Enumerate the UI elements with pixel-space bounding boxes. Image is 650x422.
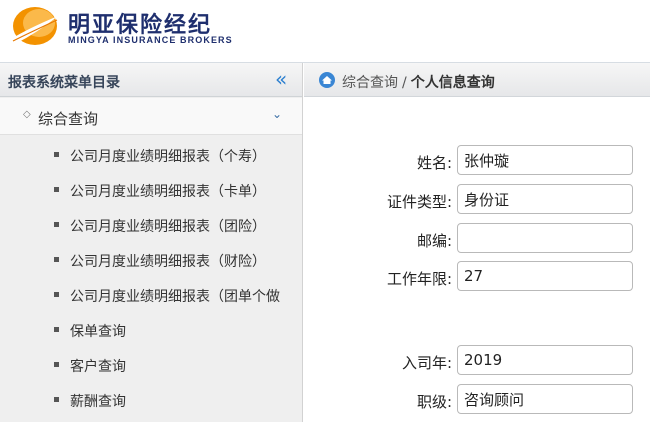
id-type-field[interactable]: [457, 184, 633, 214]
sidebar-item-label: 公司月度业绩明细报表（卡单）: [70, 184, 266, 200]
join-year-label: 入司年:: [401, 354, 452, 372]
sidebar-item[interactable]: 客户查询: [0, 348, 302, 383]
square-bullet-icon: [54, 292, 59, 297]
breadcrumb: 综合查询 / 个人信息查询: [304, 63, 650, 97]
name-field[interactable]: [457, 145, 633, 175]
app-header: 明亚保险经纪 MINGYA INSURANCE BROKERS: [0, 0, 650, 60]
sidebar-item-label: 保单查询: [70, 324, 126, 340]
postcode-label: 邮编:: [416, 232, 452, 250]
sidebar-group-label: 综合查询: [38, 110, 99, 128]
postcode-field[interactable]: [457, 223, 633, 253]
sidebar-item[interactable]: 薪酬查询: [0, 383, 302, 418]
sidebar-item[interactable]: 公司月度业绩明细报表（卡单）: [0, 173, 302, 208]
breadcrumb-parent[interactable]: 综合查询: [342, 75, 398, 91]
sidebar-item-label: 公司月度业绩明细报表（团险）: [70, 219, 266, 235]
sun-swoosh-logo: [11, 7, 58, 45]
sidebar-item-label: 客户查询: [70, 359, 126, 375]
square-bullet-icon: [54, 397, 59, 402]
square-bullet-icon: [54, 327, 59, 332]
sidebar-item-label: 公司月度业绩明细报表（财险）: [70, 254, 266, 270]
rank-field[interactable]: [457, 384, 633, 414]
square-bullet-icon: [54, 187, 59, 192]
sidebar-item-label: 公司月度业绩明细报表（团单个做: [70, 289, 280, 305]
id-type-label: 证件类型:: [386, 193, 452, 211]
rank-label: 职级:: [416, 393, 452, 411]
sidebar-item-label: 薪酬查询: [70, 394, 126, 410]
main-content: 综合查询/个人信息查询 姓名: 证件类型: 邮编: 工作年限: 入司年: 职级:: [304, 63, 650, 422]
diamond-bullet-icon: ◇: [23, 109, 31, 120]
sidebar-group-comprehensive-query[interactable]: ◇ 综合查询 ⌄: [0, 98, 302, 135]
square-bullet-icon: [54, 222, 59, 227]
sidebar-title: 报表系统菜单目录: [8, 75, 120, 91]
double-chevron-left-icon[interactable]: «: [275, 67, 287, 91]
sidebar-item-label: 公司月度业绩明细报表（个寿）: [70, 149, 266, 165]
sidebar-item[interactable]: 公司月度业绩明细报表（个寿）: [0, 138, 302, 173]
name-label: 姓名:: [416, 154, 452, 172]
breadcrumb-current: 个人信息查询: [410, 75, 495, 91]
brand-name-en: MINGYA INSURANCE BROKERS: [68, 35, 233, 45]
sidebar-item[interactable]: 保单查询: [0, 313, 302, 348]
square-bullet-icon: [54, 152, 59, 157]
breadcrumb-separator: /: [402, 75, 407, 91]
sidebar-item[interactable]: 公司月度业绩明细报表（团险）: [0, 208, 302, 243]
join-year-field[interactable]: [457, 345, 633, 375]
work-years-field[interactable]: [457, 261, 633, 291]
chevron-down-icon[interactable]: ⌄: [272, 107, 282, 121]
square-bullet-icon: [54, 362, 59, 367]
sidebar-item[interactable]: 公司月度业绩明细报表（财险）: [0, 243, 302, 278]
sidebar-header: 报表系统菜单目录 «: [0, 63, 302, 97]
square-bullet-icon: [54, 257, 59, 262]
sidebar: 报表系统菜单目录 « ◇ 综合查询 ⌄ 公司月度业绩明细报表（个寿） 公司月度业…: [0, 63, 303, 422]
work-years-label: 工作年限:: [386, 270, 452, 288]
home-icon[interactable]: [318, 72, 336, 88]
sidebar-item[interactable]: 公司月度业绩明细报表（团单个做: [0, 278, 302, 313]
